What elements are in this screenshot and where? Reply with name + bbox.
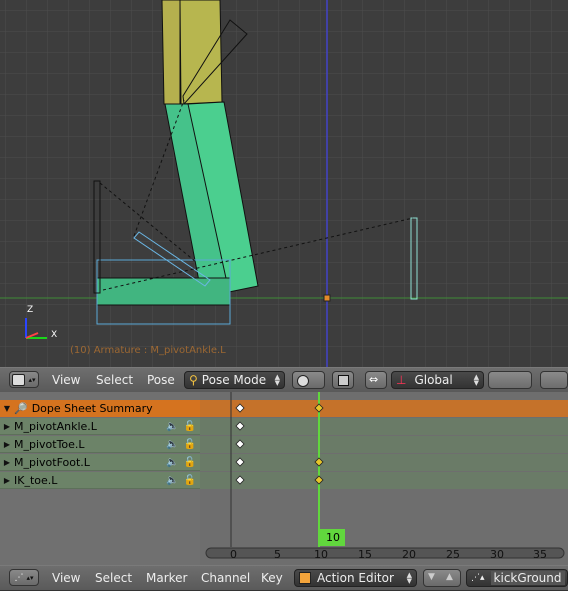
3d-view-icon — [12, 373, 26, 386]
viewport-canvas — [0, 0, 568, 367]
mode-label: Pose Mode — [201, 373, 267, 387]
disclosure-triangle-icon[interactable]: ▶ — [0, 440, 14, 449]
dopesheet-icon: ⋰ — [14, 572, 24, 583]
pivot-icon — [338, 375, 349, 386]
tick-label: 35 — [533, 548, 547, 561]
action-icon — [299, 572, 311, 584]
chevron-updown-icon: ▴▾ — [26, 573, 34, 582]
disclosure-triangle-icon[interactable]: ▼ — [0, 404, 14, 413]
bone-thigh-a — [161, 0, 181, 105]
grid-floor — [0, 0, 568, 367]
group-row — [200, 418, 568, 435]
lock-icon[interactable]: 🔓 — [184, 439, 196, 450]
channel-name: M_pivotAnkle.L — [14, 419, 97, 433]
chevron-updown-icon: ▲ ▼ — [274, 373, 280, 387]
viewport-header: ▴▾ View Select Pose ⚲ Pose Mode ▲ ▼ ⇔ ⊥ G… — [0, 367, 568, 393]
menu-marker[interactable]: Marker — [146, 571, 187, 585]
group-row — [200, 454, 568, 471]
pose-mode-icon: ⚲ — [189, 373, 198, 387]
origin-marker — [323, 294, 331, 302]
bone-foot — [96, 277, 231, 306]
editor-type-button[interactable]: ⋰ ▴▾ — [9, 569, 39, 586]
speaker-icon[interactable]: 🔈 — [166, 439, 178, 450]
chevron-updown-icon: ▴▾ — [28, 375, 36, 384]
channel-region[interactable]: ▼ 🔎 Dope Sheet Summary ▶ M_pivotAnkle.L … — [0, 392, 200, 565]
3d-viewport[interactable]: Z X (10) Armature : M_pivotAnkle.L — [0, 0, 568, 367]
timeline-scrollbar — [205, 547, 565, 559]
editor-type-button[interactable]: ▴▾ — [9, 371, 39, 388]
disclosure-triangle-icon[interactable]: ▶ — [0, 422, 14, 431]
chevron-updown-icon: ▲ ▼ — [406, 571, 412, 585]
transform-axes-icon: ⊥ — [396, 373, 407, 387]
layer-buttons-a[interactable] — [488, 371, 532, 389]
mode-label: Action Editor — [317, 571, 394, 585]
arrows-icon: ⇔ — [369, 373, 379, 386]
nav-buttons[interactable]: ▼ ▲ — [423, 569, 461, 587]
group-row — [200, 436, 568, 453]
channel-name: Dope Sheet Summary — [31, 402, 153, 415]
keyframe-region[interactable]: 10 — [200, 392, 568, 565]
orientation-label: Global — [414, 373, 453, 387]
lock-icon[interactable]: 🔓 — [184, 421, 196, 432]
tick-label: 5 — [274, 548, 281, 561]
channel-name: M_pivotFoot.L — [14, 455, 90, 469]
group-row — [200, 472, 568, 489]
dopesheet-header: ⋰ ▴▾ View Select Marker Channel Key Acti… — [0, 565, 568, 591]
menu-view[interactable]: View — [52, 373, 80, 387]
orientation-dropdown[interactable]: ⊥ Global ▲ ▼ — [391, 371, 484, 389]
axis-x-label: X — [51, 330, 58, 340]
menu-view[interactable]: View — [52, 571, 80, 585]
speaker-icon[interactable]: 🔈 — [166, 421, 178, 432]
action-name: kickGround — [490, 571, 565, 585]
lock-icon[interactable]: 🔓 — [184, 457, 196, 468]
channel-name: IK_toe.L — [14, 473, 58, 487]
pivot-point-button[interactable] — [332, 371, 354, 389]
bone-thigh-b — [179, 0, 223, 105]
menu-select[interactable]: Select — [95, 571, 132, 585]
tick-label: 20 — [402, 548, 416, 561]
mode-dropdown[interactable]: ⚲ Pose Mode ▲ ▼ — [184, 371, 285, 389]
viewport-info-label: (10) Armature : M_pivotAnkle.L — [70, 345, 226, 356]
channel-name: M_pivotToe.L — [14, 437, 85, 451]
mode-dropdown[interactable]: Action Editor ▲ ▼ — [294, 569, 417, 587]
chevron-updown-icon: ▲ ▼ — [473, 373, 479, 387]
action-browse-icon: ⋰▴ — [471, 573, 485, 583]
layer-buttons-b[interactable] — [540, 371, 568, 389]
chevron-up-icon: ▲ — [446, 572, 453, 582]
tick-label: 15 — [358, 548, 372, 561]
menu-key[interactable]: Key — [261, 571, 283, 585]
lock-icon[interactable]: 🔓 — [184, 475, 196, 486]
action-selector[interactable]: ⋰▴ kickGround — [466, 569, 568, 587]
key-icon: 🔎 — [14, 402, 28, 415]
tick-label: 30 — [490, 548, 504, 561]
channel-group[interactable]: ▶ M_pivotToe.L 🔈 🔓 — [0, 436, 200, 453]
channel-summary[interactable]: ▼ 🔎 Dope Sheet Summary — [0, 400, 200, 417]
disclosure-triangle-icon[interactable]: ▶ — [0, 458, 14, 467]
tick-label: 25 — [446, 548, 460, 561]
axis-z-label: Z — [27, 305, 34, 315]
manipulator-button[interactable]: ⇔ — [365, 371, 387, 389]
disclosure-triangle-icon[interactable]: ▶ — [0, 476, 14, 485]
channel-group[interactable]: ▶ IK_toe.L 🔈 🔓 — [0, 472, 200, 489]
current-frame-label: 10 — [326, 531, 340, 544]
channel-group[interactable]: ▶ M_pivotFoot.L 🔈 🔓 — [0, 454, 200, 471]
viewport-shading-button[interactable] — [292, 371, 325, 389]
menu-select[interactable]: Select — [96, 373, 133, 387]
sphere-icon — [297, 375, 309, 387]
chevron-down-icon: ▼ — [428, 572, 435, 582]
speaker-icon[interactable]: 🔈 — [166, 457, 178, 468]
tick-label: 10 — [314, 548, 328, 561]
keyframe-canvas — [200, 392, 568, 559]
menu-pose[interactable]: Pose — [147, 373, 175, 387]
channel-group[interactable]: ▶ M_pivotAnkle.L 🔈 🔓 — [0, 418, 200, 435]
speaker-icon[interactable]: 🔈 — [166, 475, 178, 486]
summary-row — [200, 400, 568, 417]
tick-label: 0 — [230, 548, 237, 561]
menu-channel[interactable]: Channel — [201, 571, 250, 585]
